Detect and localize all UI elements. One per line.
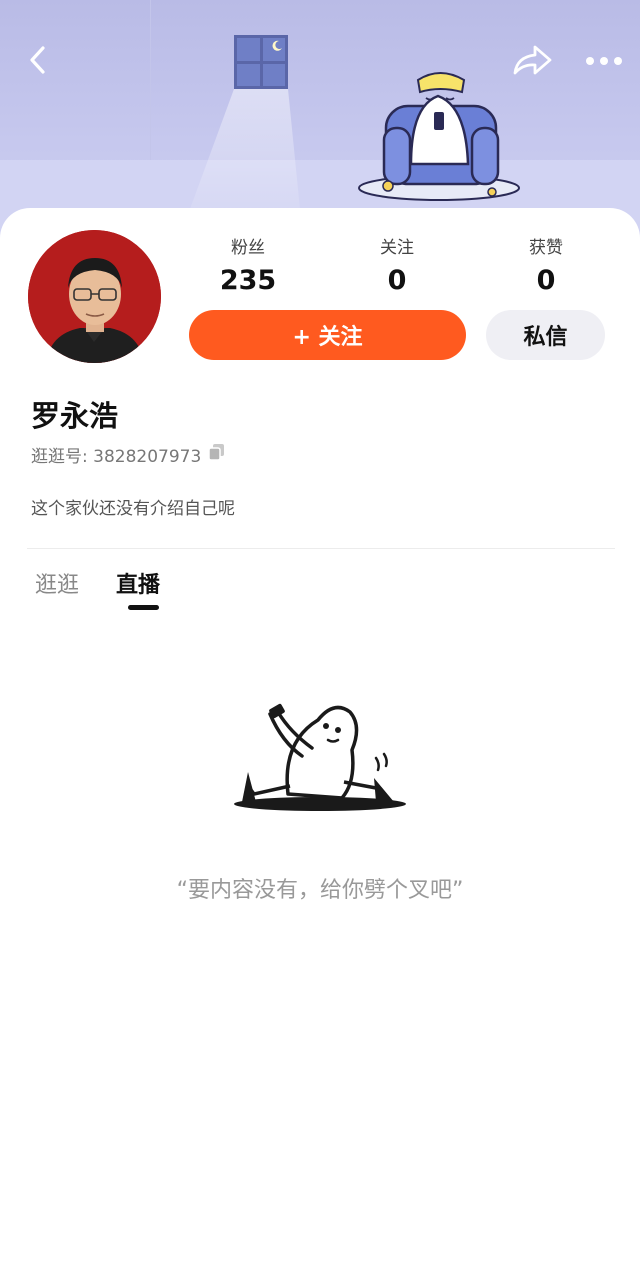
more-dots-icon [586,57,622,65]
profile-name: 罗永浩 [31,399,119,433]
sofa-character-illustration [358,72,520,201]
tab-live[interactable]: 直播 [116,567,160,599]
share-icon [513,45,552,75]
uid-row: 逛逛号: 3828207973 [31,442,226,467]
chevron-left-icon [30,46,45,74]
banner-wall-line [150,0,151,160]
profile-bio: 这个家伙还没有介绍自己呢 [31,499,235,519]
back-button[interactable] [22,44,54,76]
window-illustration [234,35,288,89]
empty-state-text: “要内容没有，给你劈个叉吧” [176,878,464,903]
light-beam [190,89,300,209]
divider [27,548,615,549]
stat-following[interactable]: 关注 0 [337,237,457,299]
stat-fans[interactable]: 粉丝 235 [188,237,308,299]
message-button[interactable]: 私信 [486,310,605,360]
follow-button[interactable]: + 关注 [189,310,466,360]
stat-likes-label: 获赞 [529,238,563,258]
uid-text: 逛逛号: 3828207973 [31,447,202,467]
share-button[interactable] [510,41,554,79]
moon-icon [272,40,282,51]
copy-uid-button[interactable] [208,443,226,466]
stat-fans-label: 粉丝 [231,238,265,258]
stat-likes-value: 0 [536,265,556,296]
copy-icon [208,444,225,461]
more-button[interactable] [584,46,624,76]
stat-fans-value: 235 [219,265,277,296]
stat-following-label: 关注 [380,238,414,258]
stat-likes[interactable]: 获赞 0 [486,237,606,299]
avatar-portrait [28,230,161,363]
avatar[interactable] [28,230,161,363]
tab-active-indicator [128,605,159,610]
tab-guangguang[interactable]: 逛逛 [35,567,79,599]
split-character-illustration [234,703,406,811]
stat-following-value: 0 [387,265,407,296]
